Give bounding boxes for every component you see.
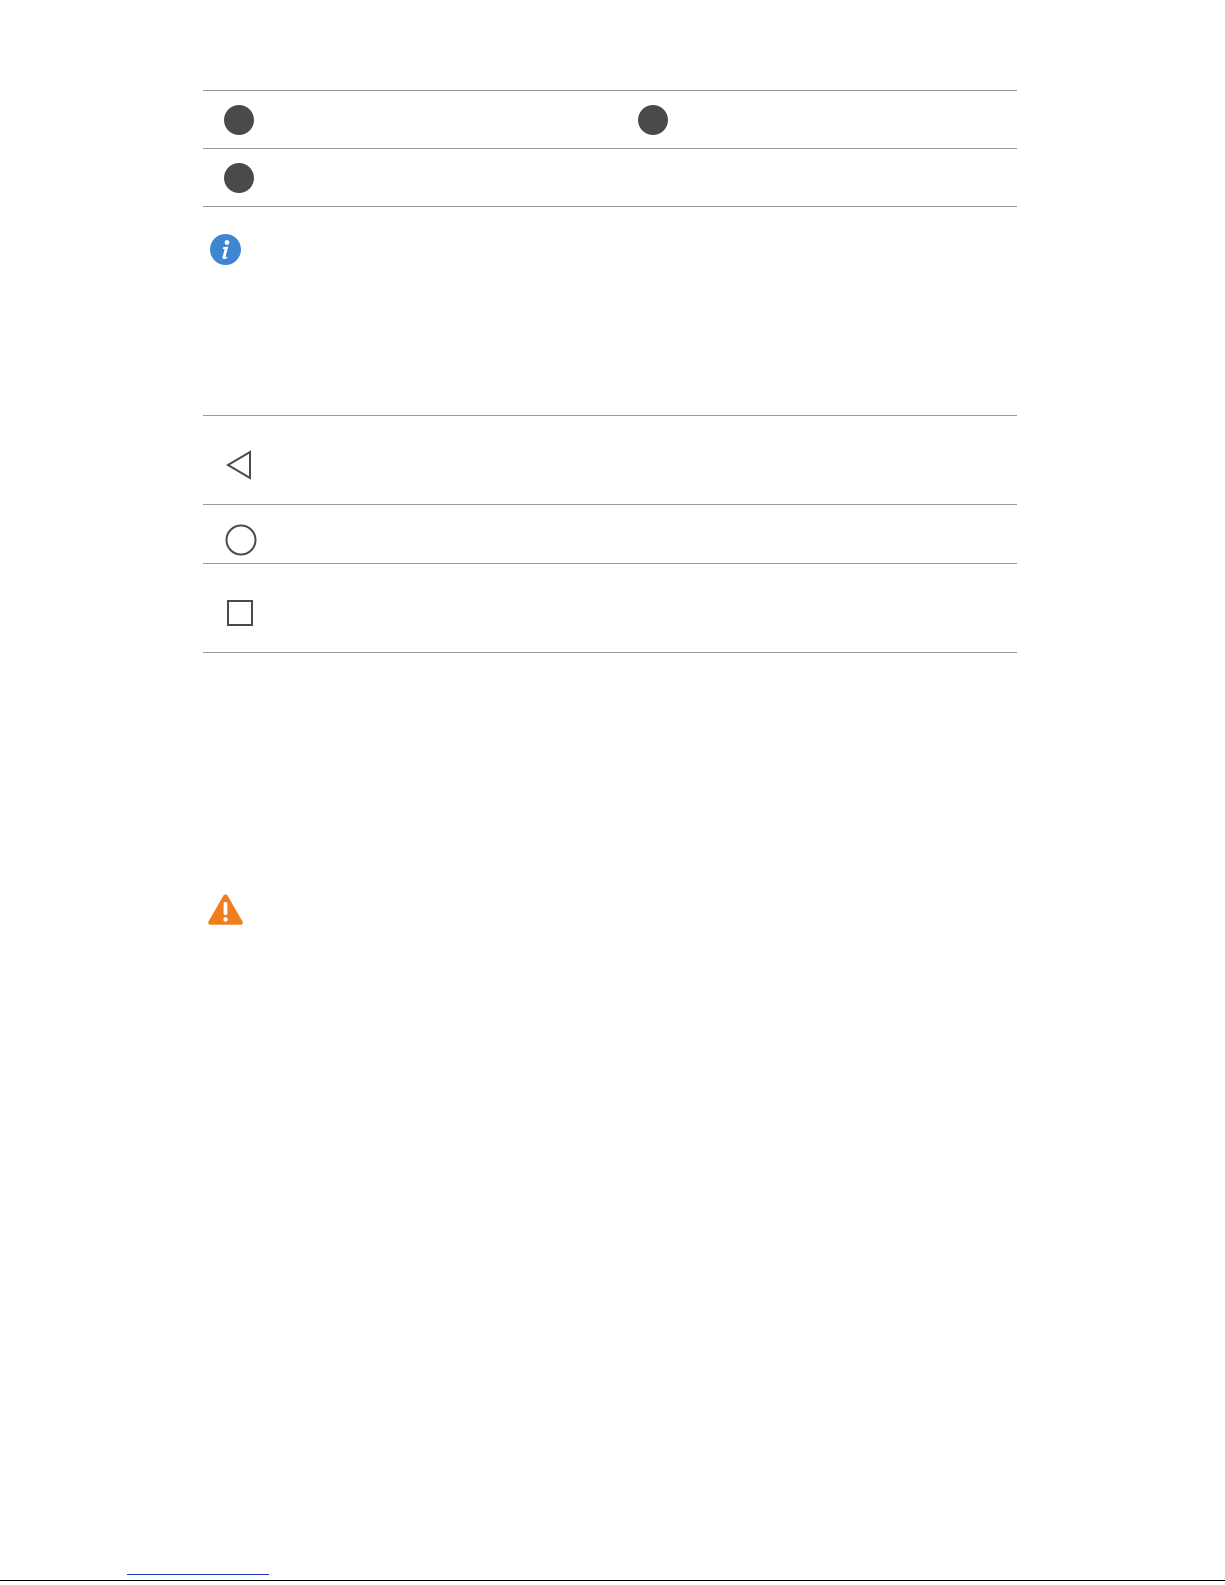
nav-table-row-divider: [203, 563, 1017, 564]
callout-bullet-icon: [638, 105, 668, 135]
callout-bullet-icon: [224, 105, 254, 135]
nav-table-row-divider: [203, 504, 1017, 505]
table-bottom-rule: [203, 206, 1017, 207]
table-row-divider: [203, 148, 1017, 149]
callout-bullet-icon: [224, 163, 254, 193]
home-icon: [225, 524, 257, 556]
footer-link-underline[interactable]: [127, 1574, 269, 1575]
table-top-rule: [203, 90, 1017, 91]
footer-rule: [0, 1580, 1225, 1581]
warning-icon: [208, 894, 243, 925]
nav-table-top-rule: [203, 415, 1017, 416]
info-icon: [210, 234, 241, 265]
back-icon: [226, 450, 251, 480]
recent-apps-icon: [227, 600, 253, 626]
nav-table-bottom-rule: [203, 652, 1017, 653]
